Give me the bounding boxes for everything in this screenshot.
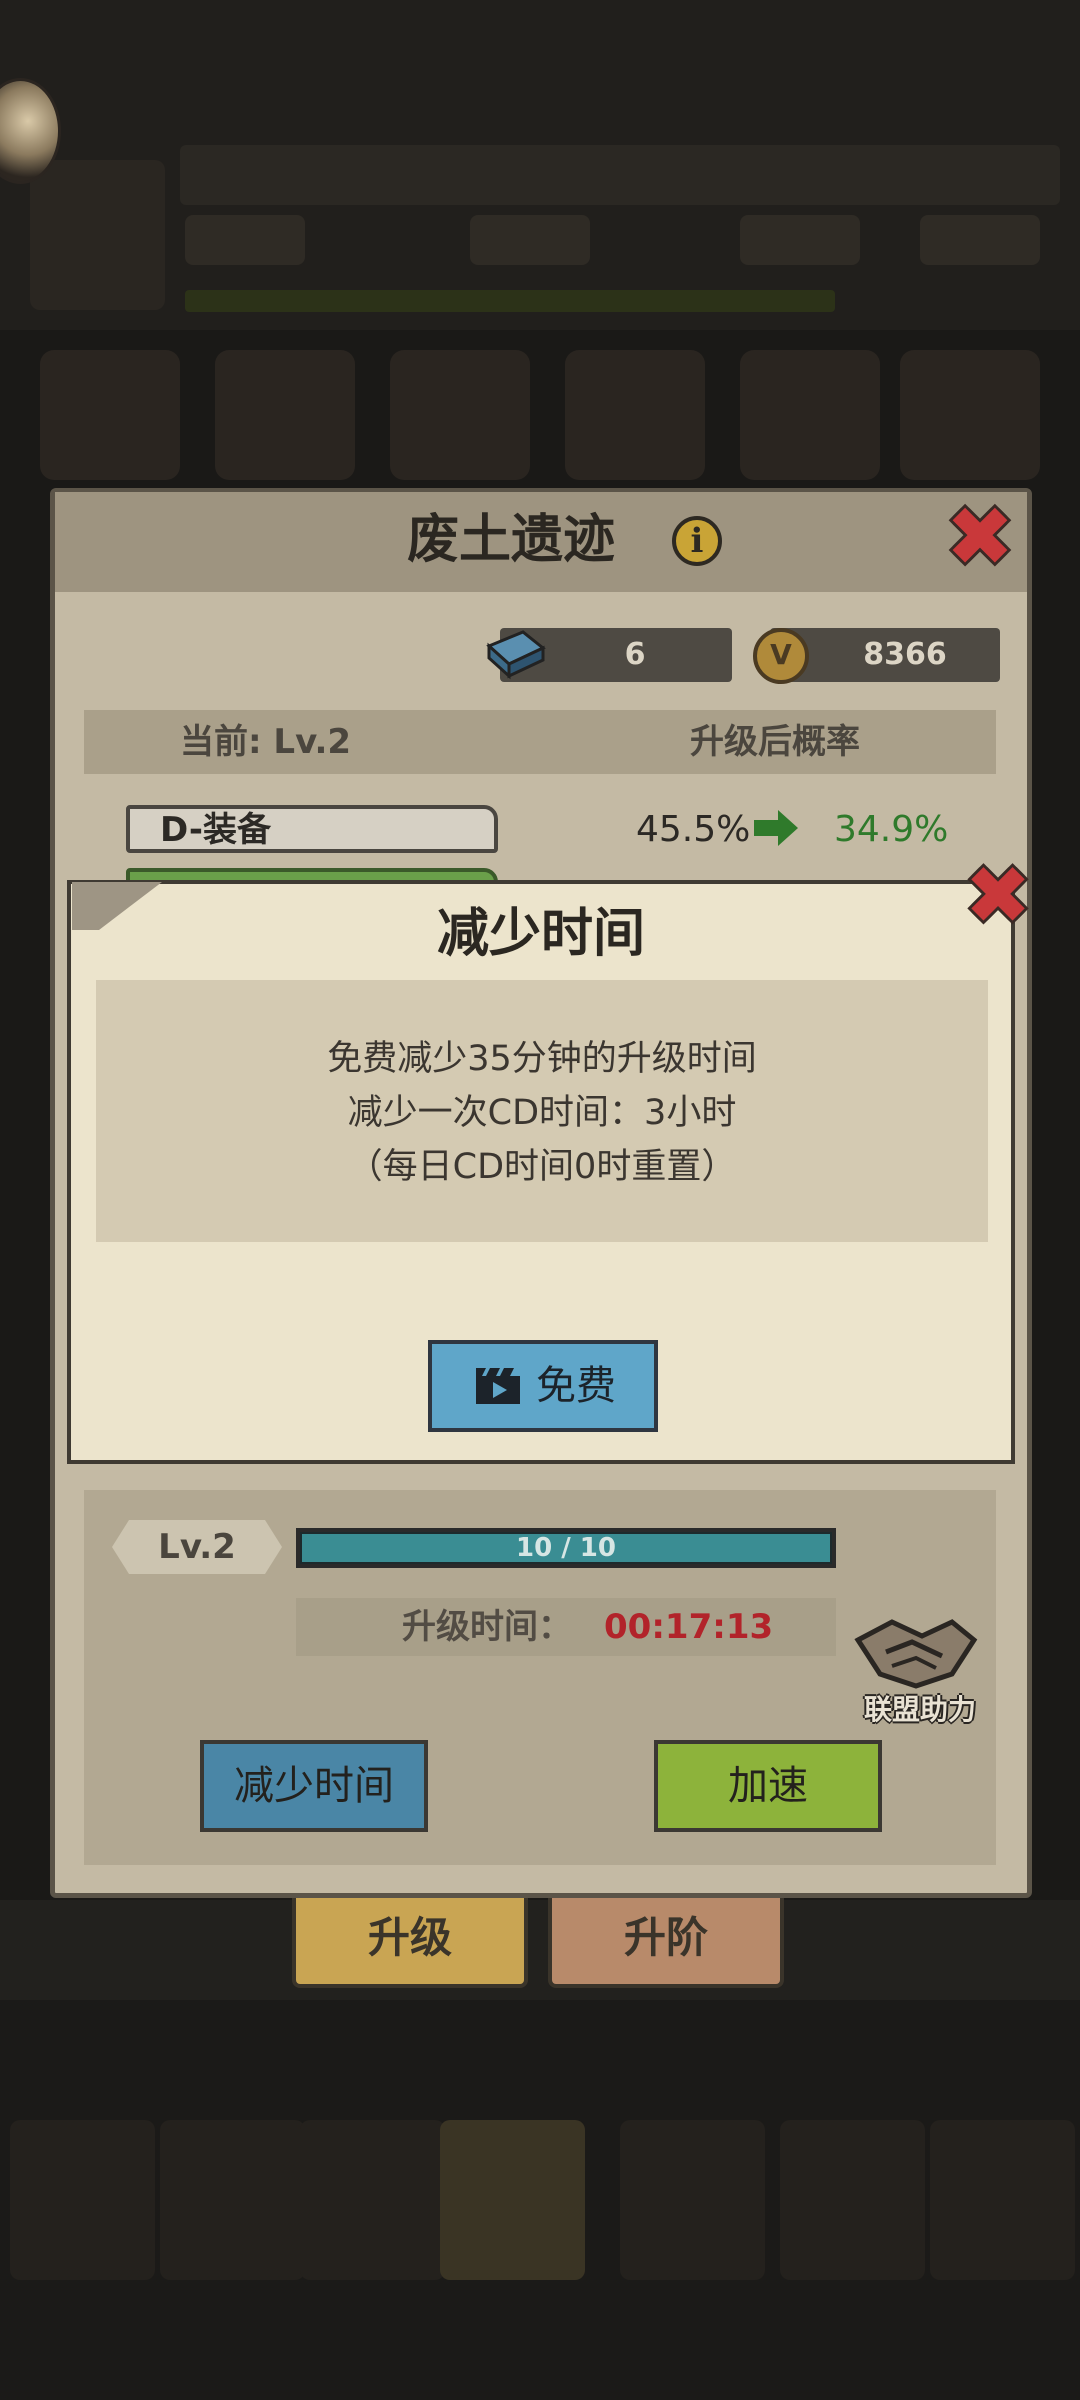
background-header bbox=[180, 145, 1060, 205]
background-nav-item bbox=[300, 2120, 445, 2280]
background-resource bbox=[740, 215, 860, 265]
current-level-label: 当前: Lv.2 bbox=[180, 722, 352, 762]
panel-title: 废土遗迹 bbox=[406, 510, 615, 570]
background-resource bbox=[920, 215, 1040, 265]
arrow-right-icon bbox=[754, 810, 798, 846]
video-icon bbox=[476, 1368, 520, 1404]
tab-upgrade[interactable]: 升级 bbox=[292, 1898, 528, 1988]
background-event-icon bbox=[40, 350, 180, 480]
background-nav-item bbox=[10, 2120, 155, 2280]
background-nav-item bbox=[780, 2120, 925, 2280]
speed-up-button[interactable]: 加速 bbox=[654, 1740, 882, 1832]
dialog-line-free-reduce: 免费减少35分钟的升级时间 bbox=[327, 1039, 757, 1079]
coin-icon: V bbox=[753, 628, 809, 684]
background-event-icon bbox=[565, 350, 705, 480]
background-nav-item bbox=[620, 2120, 765, 2280]
dialog-close-icon[interactable]: ✖ bbox=[958, 856, 1038, 936]
background-resource bbox=[470, 215, 590, 265]
reduce-time-button[interactable]: 减少时间 bbox=[200, 1740, 428, 1832]
background-nav-item bbox=[930, 2120, 1075, 2280]
book-gem-icon bbox=[486, 630, 546, 680]
coin-count: 8366 bbox=[863, 637, 947, 672]
background-resource bbox=[185, 215, 305, 265]
background-nav-item bbox=[160, 2120, 305, 2280]
tab-advance[interactable]: 升阶 bbox=[548, 1898, 784, 1988]
next-rate: 34.9% bbox=[834, 809, 949, 850]
background-event-icon bbox=[215, 350, 355, 480]
dialog-line-reset-note: （每日CD时间0时重置） bbox=[347, 1147, 737, 1187]
progress-text: 10 / 10 bbox=[516, 1533, 616, 1563]
info-icon[interactable]: i bbox=[672, 516, 722, 566]
upgrade-time-label: 升级时间： bbox=[402, 1607, 572, 1647]
current-rate: 45.5% bbox=[636, 809, 751, 850]
alliance-help-label[interactable]: 联盟助力 bbox=[850, 1688, 990, 1728]
dialog-line-cd-time: 减少一次CD时间：3小时 bbox=[347, 1093, 737, 1133]
background-nav-item-active bbox=[440, 2120, 585, 2280]
level-tag: Lv.2 bbox=[112, 1520, 282, 1574]
after-upgrade-label: 升级后概率 bbox=[690, 722, 860, 762]
background-event-icon bbox=[900, 350, 1040, 480]
background-strip bbox=[0, 1900, 1080, 2000]
equipment-tag: D-装备 bbox=[126, 805, 498, 853]
gem-count: 6 bbox=[624, 637, 646, 672]
handshake-icon[interactable] bbox=[852, 1612, 980, 1692]
background-exp-bar bbox=[185, 290, 835, 312]
free-button[interactable]: 免费 bbox=[428, 1340, 658, 1432]
dialog-title: 减少时间 bbox=[436, 904, 645, 964]
panel-close-icon[interactable]: ✖ bbox=[940, 497, 1020, 579]
upgrade-time-value: 00:17:13 bbox=[604, 1607, 774, 1647]
background-event-icon bbox=[740, 350, 880, 480]
background-event-icon bbox=[390, 350, 530, 480]
background-avatar bbox=[30, 160, 165, 310]
